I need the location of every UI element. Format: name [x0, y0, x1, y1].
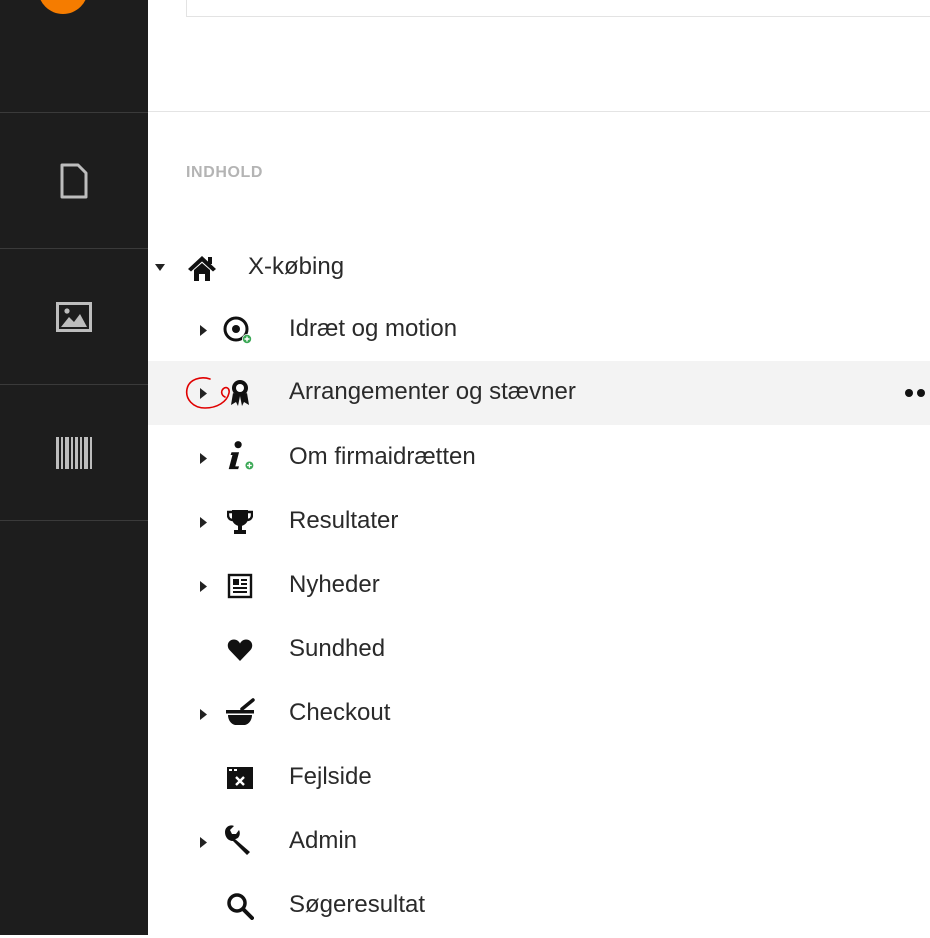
tree-item-label: Sundhed — [289, 635, 386, 662]
rail-divider — [0, 520, 148, 521]
tree-item-om-firmaidraetten[interactable]: Om firmaidrætten — [148, 426, 930, 490]
caret-right-icon[interactable] — [198, 324, 210, 336]
window-error-icon — [224, 762, 256, 794]
rail-item-barcode[interactable] — [0, 385, 148, 520]
home-icon — [186, 252, 218, 284]
caret-right-icon[interactable] — [198, 387, 210, 399]
tree-item-label: Nyheder — [289, 571, 380, 598]
caret-right-icon[interactable] — [198, 452, 210, 464]
tree-item-label: Om firmaidrætten — [289, 443, 476, 470]
tree-item-fejlside[interactable]: Fejlside — [148, 746, 930, 810]
caret-right-icon[interactable] — [198, 836, 210, 848]
section-title: INDHOLD — [186, 164, 264, 181]
caret-right-icon[interactable] — [198, 516, 210, 528]
app-logo[interactable] — [38, 0, 88, 14]
award-icon — [224, 377, 256, 409]
tree-item-label: Idræt og motion — [289, 315, 458, 342]
tree-item-arrangementer-og-staevner[interactable]: Arrangementer og stævner — [148, 361, 930, 425]
info-plus-icon — [224, 440, 256, 472]
target-plus-icon — [222, 314, 254, 346]
caret-right-icon[interactable] — [198, 580, 210, 592]
tree-item-label: Arrangementer og stævner — [289, 378, 576, 405]
header-divider — [148, 111, 930, 112]
caret-right-icon[interactable] — [198, 708, 210, 720]
tree-item-sundhed[interactable]: Sundhed — [148, 618, 930, 682]
tree-item-label: Admin — [289, 827, 358, 854]
tree-root[interactable]: X-købing — [148, 236, 930, 300]
tree-item-idraet-og-motion[interactable]: Idræt og motion — [148, 298, 930, 362]
top-search-box[interactable] — [186, 0, 930, 17]
tree-item-soegeresultat[interactable]: Søgeresultat — [148, 874, 930, 938]
app-rail — [0, 0, 148, 935]
document-icon — [60, 163, 88, 198]
heart-icon — [224, 634, 256, 666]
tree-item-resultater[interactable]: Resultater — [148, 490, 930, 554]
caret-down-icon[interactable] — [154, 262, 166, 274]
barcode-icon — [56, 436, 92, 469]
rail-item-media[interactable] — [0, 249, 148, 384]
tree-item-label: X-købing — [248, 253, 345, 280]
newspaper-icon — [224, 570, 256, 602]
mortar-pestle-icon — [224, 696, 256, 728]
image-icon — [56, 301, 92, 332]
tree-item-label: Søgeresultat — [289, 891, 426, 918]
tree-item-label: Resultater — [289, 507, 399, 534]
rail-item-content[interactable] — [0, 113, 148, 248]
tree-item-label: Checkout — [289, 699, 391, 726]
tree-item-checkout[interactable]: Checkout — [148, 682, 930, 746]
more-options-icon[interactable] — [900, 386, 930, 398]
trophy-icon — [224, 506, 256, 538]
tree-item-admin[interactable]: Admin — [148, 810, 930, 874]
tree-item-label: Fejlside — [289, 763, 372, 790]
search-icon — [224, 890, 256, 922]
wrench-icon — [222, 824, 254, 856]
tree-item-nyheder[interactable]: Nyheder — [148, 554, 930, 618]
